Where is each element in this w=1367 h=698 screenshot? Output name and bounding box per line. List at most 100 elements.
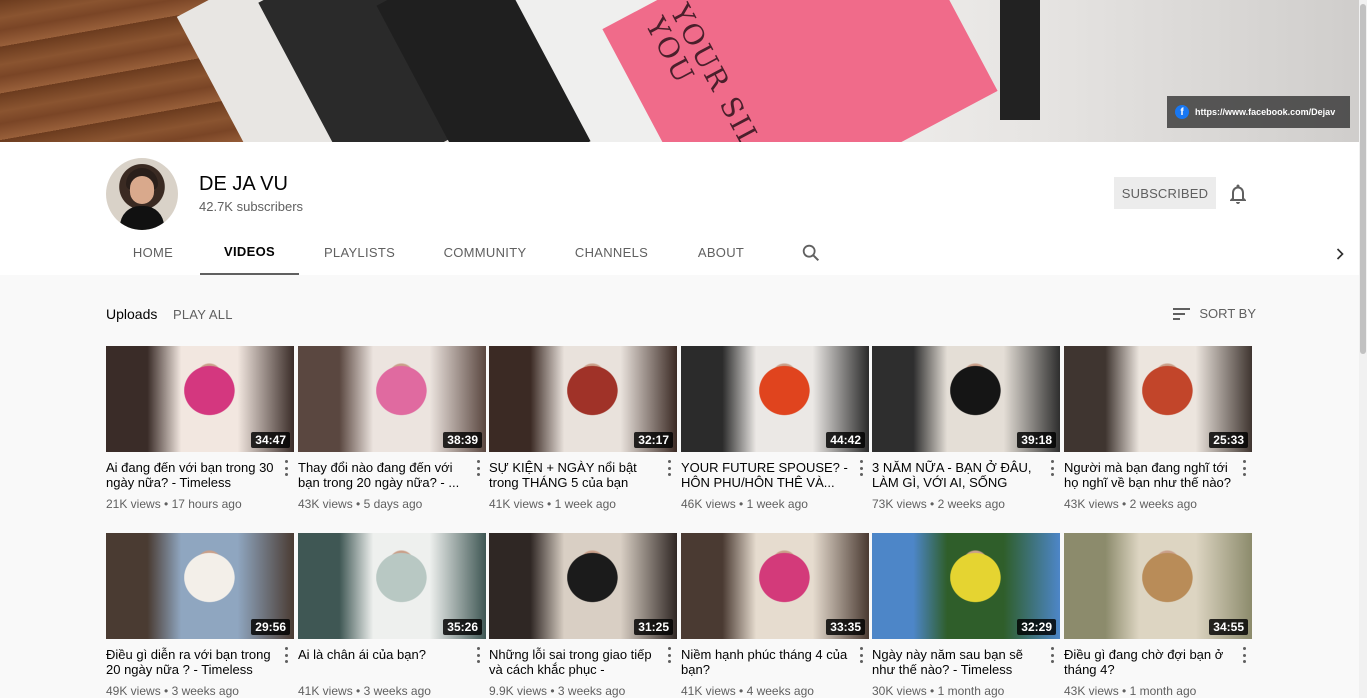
video-title[interactable]: YOUR FUTURE SPOUSE? - HÔN PHU/HÔN THÊ VÀ… xyxy=(681,460,849,490)
uploads-title[interactable]: Uploads xyxy=(106,306,157,322)
meta-separator: • xyxy=(352,684,364,698)
video-card[interactable]: 38:39 Thay đổi nào đang đến với bạn trong… xyxy=(298,346,486,511)
facebook-icon: f xyxy=(1175,105,1189,119)
video-meta: 41K views • 3 weeks ago xyxy=(298,684,486,698)
video-title[interactable]: 3 NĂM NỮA - BẠN Ở ĐÂU, LÀM GÌ, VỚI AI, S… xyxy=(872,460,1040,490)
video-title[interactable]: Ai là chân ái của bạn? xyxy=(298,647,466,677)
video-card[interactable]: 32:17 SỰ KIỆN + NGÀY nổi bật trong THÁNG … xyxy=(489,346,677,511)
menu-dot xyxy=(1050,647,1054,650)
more-vert-icon[interactable] xyxy=(667,647,671,663)
tab-about[interactable]: ABOUT xyxy=(673,230,769,275)
more-vert-icon[interactable] xyxy=(476,647,480,663)
more-vert-icon[interactable] xyxy=(1050,647,1054,663)
video-thumbnail[interactable]: 33:35 xyxy=(681,533,869,639)
video-card[interactable]: 34:55 Điều gì đang chờ đợi bạn ở tháng 4?… xyxy=(1064,533,1252,698)
video-thumbnail[interactable]: 38:39 xyxy=(298,346,486,452)
tab-playlists[interactable]: PLAYLISTS xyxy=(299,230,420,275)
video-views: 43K views xyxy=(1064,684,1119,698)
video-thumbnail[interactable]: 39:18 xyxy=(872,346,1060,452)
video-card[interactable]: 44:42 YOUR FUTURE SPOUSE? - HÔN PHU/HÔN T… xyxy=(681,346,869,511)
video-title[interactable]: Thay đổi nào đang đến với bạn trong 20 n… xyxy=(298,460,466,490)
more-vert-icon[interactable] xyxy=(859,460,863,476)
more-vert-icon[interactable] xyxy=(1050,460,1054,476)
bell-icon[interactable] xyxy=(1226,182,1250,206)
menu-dot xyxy=(284,466,288,470)
tab-channels[interactable]: CHANNELS xyxy=(550,230,673,275)
video-thumbnail[interactable]: 31:25 xyxy=(489,533,677,639)
video-title[interactable]: Điều gì diễn ra với bạn trong 20 ngày nữ… xyxy=(106,647,274,677)
video-title[interactable]: Ai đang đến với bạn trong 30 ngày nữa? -… xyxy=(106,460,274,490)
video-thumbnail[interactable]: 32:29 xyxy=(872,533,1060,639)
menu-dot xyxy=(1050,460,1054,463)
video-card[interactable]: 35:26 Ai là chân ái của bạn? 41K views • 3… xyxy=(298,533,486,698)
video-card[interactable]: 31:25 Những lỗi sai trong giao tiếp và cá… xyxy=(489,533,677,698)
video-card[interactable]: 33:35 Niềm hạnh phúc tháng 4 của bạn? 41K … xyxy=(681,533,869,698)
more-vert-icon[interactable] xyxy=(1242,647,1246,663)
video-title[interactable]: Niềm hạnh phúc tháng 4 của bạn? xyxy=(681,647,849,677)
video-age: 2 weeks ago xyxy=(937,497,1005,511)
video-thumbnail[interactable]: 35:26 xyxy=(298,533,486,639)
video-card[interactable]: 25:33 Người mà bạn đang nghĩ tới họ nghĩ … xyxy=(1064,346,1252,511)
video-card[interactable]: 29:56 Điều gì diễn ra với bạn trong 20 ng… xyxy=(106,533,294,698)
video-meta: 46K views • 1 week ago xyxy=(681,497,869,511)
video-thumbnail[interactable]: 44:42 xyxy=(681,346,869,452)
video-thumbnail[interactable]: 34:47 xyxy=(106,346,294,452)
video-duration: 29:56 xyxy=(251,619,290,635)
meta-separator: • xyxy=(160,684,172,698)
video-title[interactable]: Ngày này năm sau bạn sẽ như thế nào? - T… xyxy=(872,647,1040,677)
video-age: 1 month ago xyxy=(1129,684,1197,698)
more-vert-icon[interactable] xyxy=(284,460,288,476)
subscribed-button[interactable]: SUBSCRIBED xyxy=(1114,177,1216,209)
video-duration: 34:47 xyxy=(251,432,290,448)
video-duration: 38:39 xyxy=(443,432,482,448)
chevron-right-icon[interactable] xyxy=(1330,244,1350,264)
meta-separator: • xyxy=(1118,684,1130,698)
menu-dot xyxy=(667,660,671,663)
menu-dot xyxy=(476,660,480,663)
video-meta: 41K views • 4 weeks ago xyxy=(681,684,869,698)
video-card[interactable]: 39:18 3 NĂM NỮA - BẠN Ở ĐÂU, LÀM GÌ, VỚI … xyxy=(872,346,1060,511)
video-thumbnail[interactable]: 25:33 xyxy=(1064,346,1252,452)
meta-separator: • xyxy=(735,684,747,698)
more-vert-icon[interactable] xyxy=(476,460,480,476)
tab-community[interactable]: COMMUNITY xyxy=(420,230,550,275)
search-icon[interactable] xyxy=(800,242,822,264)
avatar-face xyxy=(130,176,154,204)
sort-by-button[interactable]: SORT BY xyxy=(1173,306,1256,321)
menu-dot xyxy=(667,466,671,470)
channel-avatar[interactable] xyxy=(106,158,178,230)
video-title[interactable]: Người mà bạn đang nghĩ tới họ nghĩ về bạ… xyxy=(1064,460,1232,490)
scrollbar[interactable] xyxy=(1359,0,1367,698)
menu-dot xyxy=(667,473,671,476)
more-vert-icon[interactable] xyxy=(284,647,288,663)
video-card[interactable]: 34:47 Ai đang đến với bạn trong 30 ngày n… xyxy=(106,346,294,511)
video-title[interactable]: Những lỗi sai trong giao tiếp và cách kh… xyxy=(489,647,657,677)
scrollbar-thumb[interactable] xyxy=(1360,4,1366,354)
menu-dot xyxy=(1050,473,1054,476)
video-views: 49K views xyxy=(106,684,161,698)
video-duration: 32:29 xyxy=(1017,619,1056,635)
video-thumbnail[interactable]: 32:17 xyxy=(489,346,677,452)
play-all-button[interactable]: PLAY ALL xyxy=(173,307,233,322)
video-title[interactable]: Điều gì đang chờ đợi bạn ở tháng 4? xyxy=(1064,647,1232,677)
tab-home[interactable]: HOME xyxy=(106,230,200,275)
menu-dot xyxy=(476,473,480,476)
more-vert-icon[interactable] xyxy=(859,647,863,663)
tab-videos[interactable]: VIDEOS xyxy=(200,230,299,275)
facebook-link[interactable]: f https://www.facebook.com/Dejav xyxy=(1167,96,1350,128)
sort-icon xyxy=(1173,307,1191,320)
video-age: 1 month ago xyxy=(937,684,1005,698)
video-thumbnail[interactable]: 34:55 xyxy=(1064,533,1252,639)
more-vert-icon[interactable] xyxy=(1242,460,1246,476)
meta-separator: • xyxy=(926,684,938,698)
menu-dot xyxy=(1050,466,1054,470)
video-views: 46K views xyxy=(681,497,736,511)
video-age: 3 weeks ago xyxy=(171,684,239,698)
menu-dot xyxy=(859,653,863,657)
more-vert-icon[interactable] xyxy=(667,460,671,476)
video-title[interactable]: SỰ KIỆN + NGÀY nổi bật trong THÁNG 5 của… xyxy=(489,460,657,490)
video-card[interactable]: 32:29 Ngày này năm sau bạn sẽ như thế nào… xyxy=(872,533,1060,698)
video-views: 41K views xyxy=(489,497,544,511)
meta-separator: • xyxy=(1118,497,1130,511)
video-thumbnail[interactable]: 29:56 xyxy=(106,533,294,639)
